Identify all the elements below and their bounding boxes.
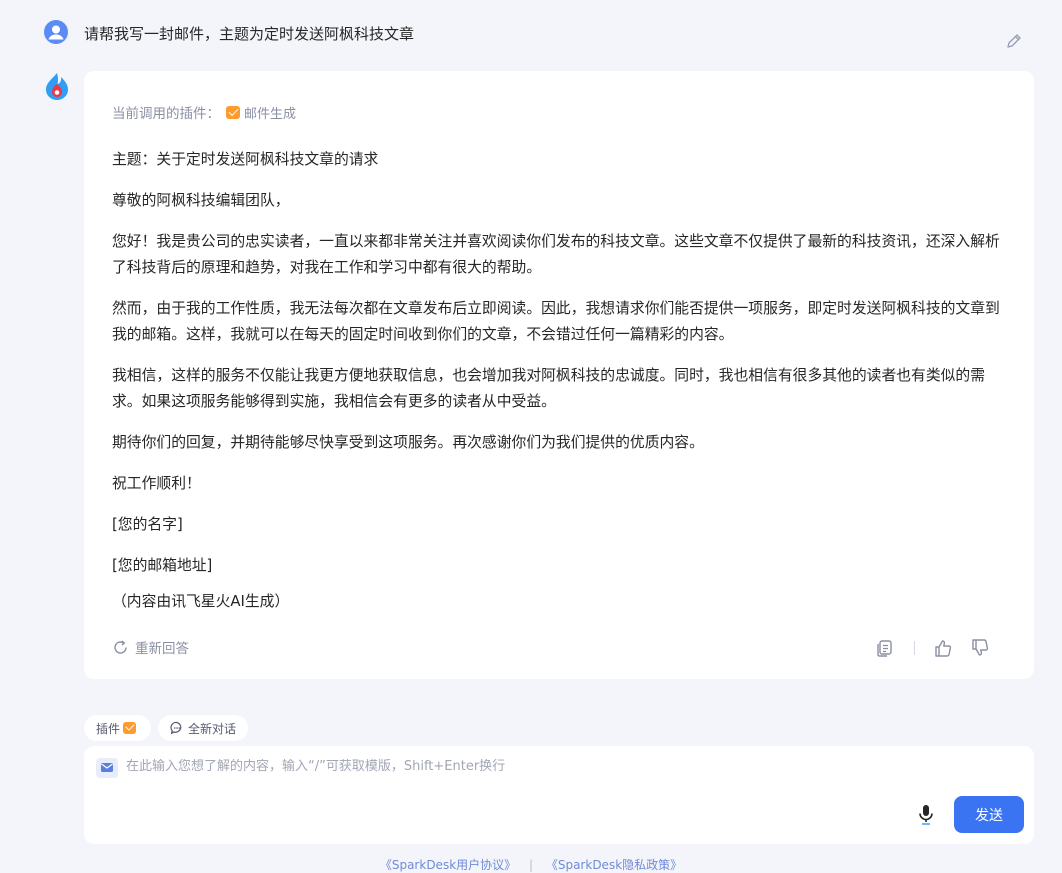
send-button[interactable]: 发送 (954, 796, 1024, 833)
copy-icon[interactable] (874, 638, 894, 658)
email-address-placeholder: [您的邮箱地址] (112, 557, 213, 574)
user-message-text: 请帮我写一封邮件，主题为定时发送阿枫科技文章 (84, 25, 415, 43)
plugin-indicator: 当前调用的插件： 邮件生成 (112, 102, 296, 122)
privacy-policy-link[interactable]: 《SparkDesk隐私政策》 (546, 858, 682, 872)
regenerate-label: 重新回答 (135, 641, 189, 657)
spark-logo-icon (46, 73, 68, 100)
email-paragraph: 然而，由于我的工作性质，我无法每次都在文章发布后立即阅读。因此，我想请求你们能否… (112, 300, 1000, 343)
actions-divider (914, 641, 915, 655)
thumbs-up-icon[interactable] (933, 638, 953, 658)
mail-plugin-icon (123, 722, 137, 734)
user-message-row: 请帮我写一封邮件，主题为定时发送阿枫科技文章 (44, 20, 1034, 60)
ai-generated-note: （内容由讯飞星火AI生成） (112, 593, 290, 610)
footer-links: 《SparkDesk用户协议》 | 《SparkDesk隐私政策》 (0, 856, 1062, 873)
email-subject: 主题：关于定时发送阿枫科技文章的请求 (112, 151, 379, 168)
footer-divider: | (528, 858, 534, 872)
email-greeting: 尊敬的阿枫科技编辑团队， (112, 192, 290, 209)
email-paragraph: 您好！我是贵公司的忠实读者，一直以来都非常关注并喜欢阅读你们发布的科技文章。这些… (112, 233, 1000, 276)
microphone-icon[interactable] (916, 804, 936, 826)
chat-input[interactable] (126, 759, 926, 774)
email-name-placeholder: [您的名字] (112, 516, 183, 533)
plugin-name[interactable]: 邮件生成 (244, 103, 296, 122)
plugins-label: 插件 (96, 721, 121, 736)
thumbs-down-icon[interactable] (970, 638, 990, 658)
plugin-prefix: 当前调用的插件： (112, 106, 220, 122)
pencil-icon[interactable] (1004, 31, 1024, 51)
plugins-chip[interactable]: 插件 (84, 715, 151, 741)
email-closing: 祝工作顺利！ (112, 475, 201, 492)
chat-bubble-icon (170, 721, 182, 735)
message-template-icon (96, 758, 118, 778)
answer-actions (874, 637, 990, 659)
email-paragraph: 我相信，这样的服务不仅能让我更方便地获取信息，也会增加我对阿枫科技的忠诚度。同时… (112, 367, 986, 410)
new-chat-button[interactable]: 全新对话 (158, 715, 248, 741)
regenerate-button[interactable]: 重新回答 (112, 637, 189, 657)
email-paragraph: 期待你们的回复，并期待能够尽快享受到这项服务。再次感谢你们为我们提供的优质内容。 (112, 434, 704, 451)
user-agreement-link[interactable]: 《SparkDesk用户协议》 (380, 858, 516, 872)
composer: 发送 (84, 746, 1034, 844)
mail-plugin-icon (226, 105, 240, 119)
refresh-icon (114, 639, 127, 654)
user-avatar-icon (44, 20, 68, 44)
new-chat-label: 全新对话 (187, 721, 236, 736)
answer-content: 主题：关于定时发送阿枫科技文章的请求 尊敬的阿枫科技编辑团队， 您好！我是贵公司… (112, 147, 1012, 630)
answer-card: 当前调用的插件： 邮件生成 主题：关于定时发送阿枫科技文章的请求 尊敬的阿枫科技… (84, 71, 1034, 679)
